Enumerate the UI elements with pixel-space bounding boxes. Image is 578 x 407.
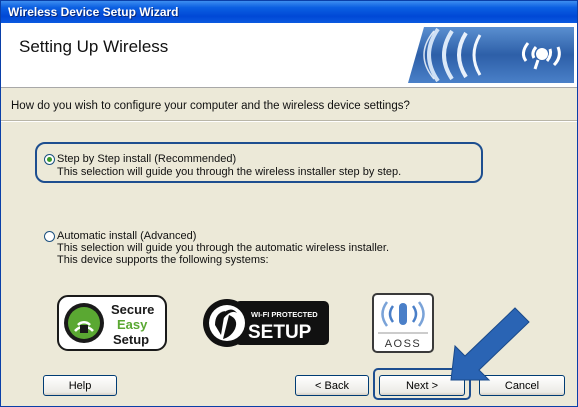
wps-setup-text: SETUP (248, 322, 312, 343)
easy-text: Easy (117, 317, 148, 332)
radio-selected-dot (47, 157, 52, 162)
automatic-install-description-line2: This device supports the following syste… (57, 254, 269, 266)
back-button[interactable]: < Back (295, 375, 369, 396)
title-bar[interactable]: Wireless Device Setup Wizard (1, 1, 577, 23)
setup-text: Setup (113, 332, 149, 347)
step-by-step-radio[interactable] (44, 154, 55, 165)
wifi-protected-text: WI-FI PROTECTED (251, 310, 318, 319)
window-title: Wireless Device Setup Wizard (8, 5, 179, 19)
step-by-step-description: This selection will guide you through th… (57, 166, 402, 178)
aoss-logo: AOSS (372, 293, 434, 353)
help-button[interactable]: Help (43, 375, 117, 396)
separator (1, 120, 577, 122)
wifi-protected-setup-logo: WI-FI PROTECTED SETUP (203, 299, 329, 347)
arrow-pointer-icon (450, 307, 530, 381)
wireless-banner-icon (408, 27, 574, 83)
secure-easy-setup-logo: Secure Easy Setup (57, 295, 167, 351)
wizard-window: Wireless Device Setup Wizard Setting Up … (0, 0, 578, 407)
step-by-step-label[interactable]: Step by Step install (Recommended) (57, 153, 236, 166)
aoss-text: AOSS (385, 338, 422, 350)
secure-text: Secure (111, 302, 154, 317)
automatic-install-radio[interactable] (44, 231, 55, 242)
configure-question: How do you wish to configure your comput… (11, 100, 410, 112)
page-title: Setting Up Wireless (19, 37, 169, 56)
